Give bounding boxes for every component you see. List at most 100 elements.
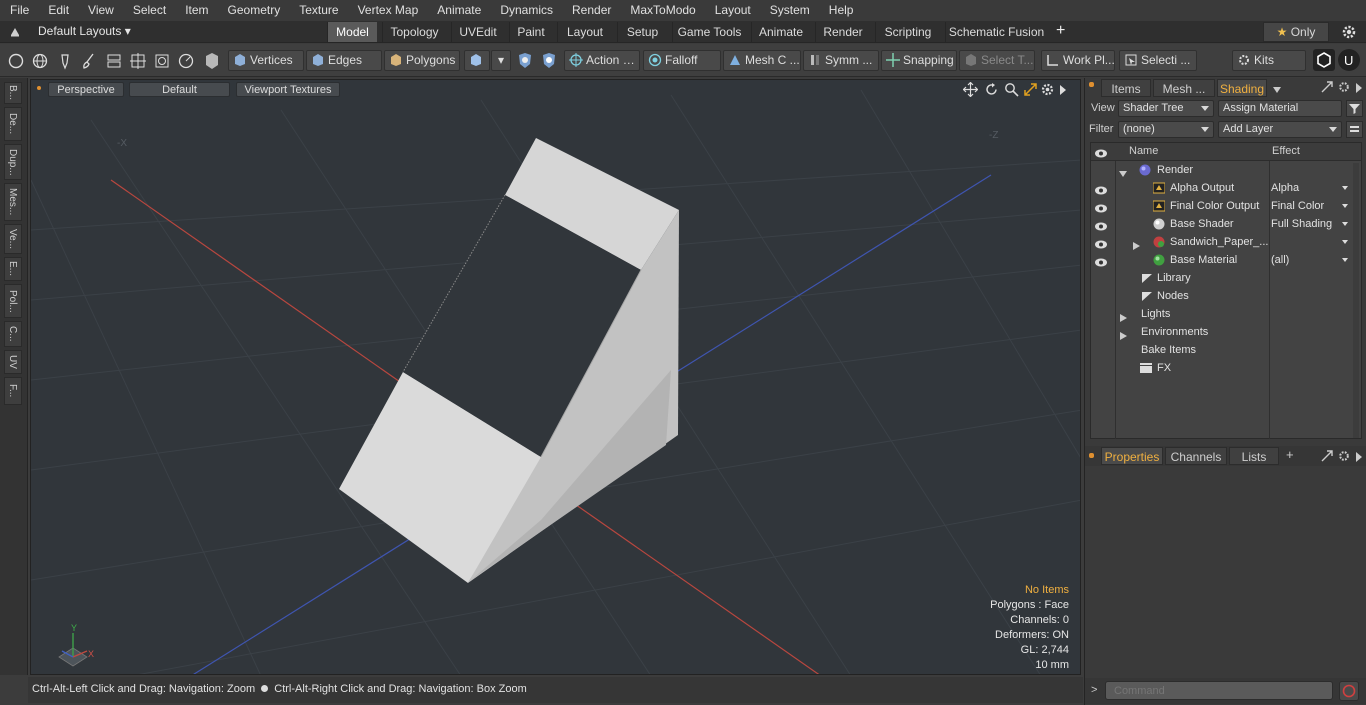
add-tab-button[interactable]: + bbox=[1056, 22, 1065, 40]
column-name-header[interactable]: Name bbox=[1129, 145, 1158, 157]
menu-edit[interactable]: Edit bbox=[38, 0, 78, 21]
kits-button[interactable]: Kits bbox=[1232, 50, 1306, 71]
panel-expand-icon[interactable] bbox=[1355, 451, 1363, 462]
brush-icon[interactable] bbox=[79, 51, 99, 71]
tab-scripting[interactable]: Scripting bbox=[875, 22, 940, 42]
vtab-uv[interactable]: UV bbox=[4, 350, 22, 374]
tree-effect[interactable]: Final Color bbox=[1271, 197, 1324, 215]
filter-funnel-icon[interactable] bbox=[1346, 100, 1363, 117]
soft-shield-icon[interactable] bbox=[539, 51, 559, 71]
symmetry-shield-icon[interactable] bbox=[515, 51, 535, 71]
rotate-view-icon[interactable] bbox=[984, 82, 999, 97]
tree-row-fx[interactable]: FX bbox=[1091, 359, 1361, 377]
shading-default-button[interactable]: Default bbox=[129, 82, 230, 97]
tree-effect[interactable]: Full Shading bbox=[1271, 215, 1332, 233]
tree-row-bake-items[interactable]: Bake Items bbox=[1091, 341, 1361, 359]
falloff-button[interactable]: Falloff bbox=[643, 50, 721, 71]
tab-render[interactable]: Render bbox=[815, 22, 870, 42]
menu-view[interactable]: View bbox=[78, 0, 123, 21]
panel-gear-icon[interactable] bbox=[1338, 81, 1350, 93]
layer-options-icon[interactable] bbox=[1346, 121, 1363, 138]
tree-scrollbar[interactable] bbox=[1353, 163, 1359, 438]
tabs-dropdown-icon[interactable] bbox=[1272, 83, 1282, 93]
viewport-expand-icon[interactable] bbox=[1059, 84, 1067, 95]
menu-system[interactable]: System bbox=[760, 0, 819, 21]
zoom-view-icon[interactable] bbox=[1004, 82, 1019, 97]
tab-setup[interactable]: Setup bbox=[617, 22, 667, 42]
tab-properties[interactable]: Properties bbox=[1101, 447, 1163, 465]
selection-sets-button[interactable]: Selecti ... bbox=[1119, 50, 1197, 71]
panel-maximize-icon[interactable] bbox=[1321, 81, 1333, 93]
vtab-vertex[interactable]: Ve... bbox=[4, 224, 22, 254]
item-mode-icon[interactable] bbox=[202, 51, 222, 71]
tab-model[interactable]: Model bbox=[327, 22, 377, 42]
material-dropdown[interactable]: ▾ bbox=[491, 50, 511, 71]
align-icon[interactable] bbox=[104, 51, 124, 71]
tab-topology[interactable]: Topology bbox=[382, 22, 446, 42]
action-center-button[interactable]: Action … bbox=[564, 50, 640, 71]
globe-icon[interactable] bbox=[30, 51, 50, 71]
pen-icon[interactable] bbox=[55, 51, 75, 71]
effect-dropdown-icon[interactable] bbox=[1342, 222, 1348, 226]
panel-maximize-icon[interactable] bbox=[1321, 450, 1333, 462]
panel-expand-icon[interactable] bbox=[1355, 82, 1363, 93]
edges-button[interactable]: Edges bbox=[306, 50, 382, 71]
menu-dynamics[interactable]: Dynamics bbox=[490, 0, 562, 21]
panel-gear-icon[interactable] bbox=[1338, 450, 1350, 462]
menu-file[interactable]: File bbox=[0, 0, 38, 21]
tab-paint[interactable]: Paint bbox=[509, 22, 552, 42]
tree-row-alpha-output[interactable]: Alpha Output Alpha bbox=[1091, 179, 1361, 197]
record-icon[interactable] bbox=[1339, 681, 1359, 701]
tree-effect[interactable]: (all) bbox=[1271, 251, 1289, 269]
perspective-button[interactable]: Perspective bbox=[48, 82, 124, 97]
vtab-fusion[interactable]: F... bbox=[4, 377, 22, 405]
tree-row-render[interactable]: Render bbox=[1091, 161, 1361, 179]
mesh-constraint-button[interactable]: Mesh C ... bbox=[723, 50, 801, 71]
3d-viewport[interactable]: -X -Z Y X Perspective Default Viewport T… bbox=[30, 79, 1081, 675]
tab-schematic-fusion[interactable]: Schematic Fusion bbox=[945, 22, 1047, 42]
select-through-button[interactable]: Select T... bbox=[959, 50, 1035, 71]
tab-items[interactable]: Items bbox=[1101, 79, 1151, 97]
vtab-mesh-edit[interactable]: Mes... bbox=[4, 183, 22, 221]
vtab-polygon[interactable]: Pol... bbox=[4, 284, 22, 318]
select-circle-icon[interactable] bbox=[6, 51, 26, 71]
vtab-edge[interactable]: E... bbox=[4, 257, 22, 281]
layout-arrow-icon[interactable] bbox=[9, 25, 21, 37]
visibility-eye-icon[interactable] bbox=[1094, 201, 1108, 213]
fit-view-icon[interactable] bbox=[1023, 82, 1038, 97]
tab-channels[interactable]: Channels bbox=[1165, 447, 1227, 465]
effect-dropdown-icon[interactable] bbox=[1342, 204, 1348, 208]
vtab-duplicate[interactable]: Dup... bbox=[4, 144, 22, 180]
tab-layout[interactable]: Layout bbox=[557, 22, 612, 42]
viewport-textures-button[interactable]: Viewport Textures bbox=[236, 82, 340, 97]
snapping-button[interactable]: Snapping bbox=[881, 50, 957, 71]
command-input[interactable] bbox=[1105, 681, 1333, 700]
material-mode-button[interactable] bbox=[464, 50, 490, 71]
visibility-eye-icon[interactable] bbox=[1094, 237, 1108, 249]
unreal-icon[interactable]: U bbox=[1338, 49, 1360, 71]
tab-mesh[interactable]: Mesh ... bbox=[1153, 79, 1215, 97]
menu-texture[interactable]: Texture bbox=[289, 0, 347, 21]
tab-animate[interactable]: Animate bbox=[751, 22, 810, 42]
effect-dropdown-icon[interactable] bbox=[1342, 258, 1348, 262]
move-view-icon[interactable] bbox=[962, 81, 979, 98]
menu-animate[interactable]: Animate bbox=[427, 0, 490, 21]
menu-layout[interactable]: Layout bbox=[705, 0, 760, 21]
frame-icon[interactable] bbox=[152, 51, 172, 71]
tree-row-base-shader[interactable]: Base Shader Full Shading bbox=[1091, 215, 1361, 233]
tree-row-base-material[interactable]: Base Material (all) bbox=[1091, 251, 1361, 269]
effect-dropdown-icon[interactable] bbox=[1342, 186, 1348, 190]
work-plane-button[interactable]: Work Pl... bbox=[1041, 50, 1115, 71]
add-tab-button[interactable]: + bbox=[1286, 447, 1294, 462]
viewport-gear-icon[interactable] bbox=[1040, 82, 1055, 97]
tree-effect[interactable]: Alpha bbox=[1271, 179, 1299, 197]
assign-material-button[interactable]: Assign Material bbox=[1218, 100, 1342, 117]
menu-vertex-map[interactable]: Vertex Map bbox=[348, 0, 428, 21]
menu-maxtomodo[interactable]: MaxToModo bbox=[620, 0, 704, 21]
menu-select[interactable]: Select bbox=[123, 0, 175, 21]
header-eye-icon[interactable] bbox=[1094, 147, 1108, 161]
unity-icon[interactable] bbox=[1313, 49, 1335, 71]
view-dropdown[interactable]: Shader Tree bbox=[1118, 100, 1214, 117]
vertices-button[interactable]: Vertices bbox=[228, 50, 304, 71]
tree-row-library[interactable]: Library bbox=[1091, 269, 1361, 287]
